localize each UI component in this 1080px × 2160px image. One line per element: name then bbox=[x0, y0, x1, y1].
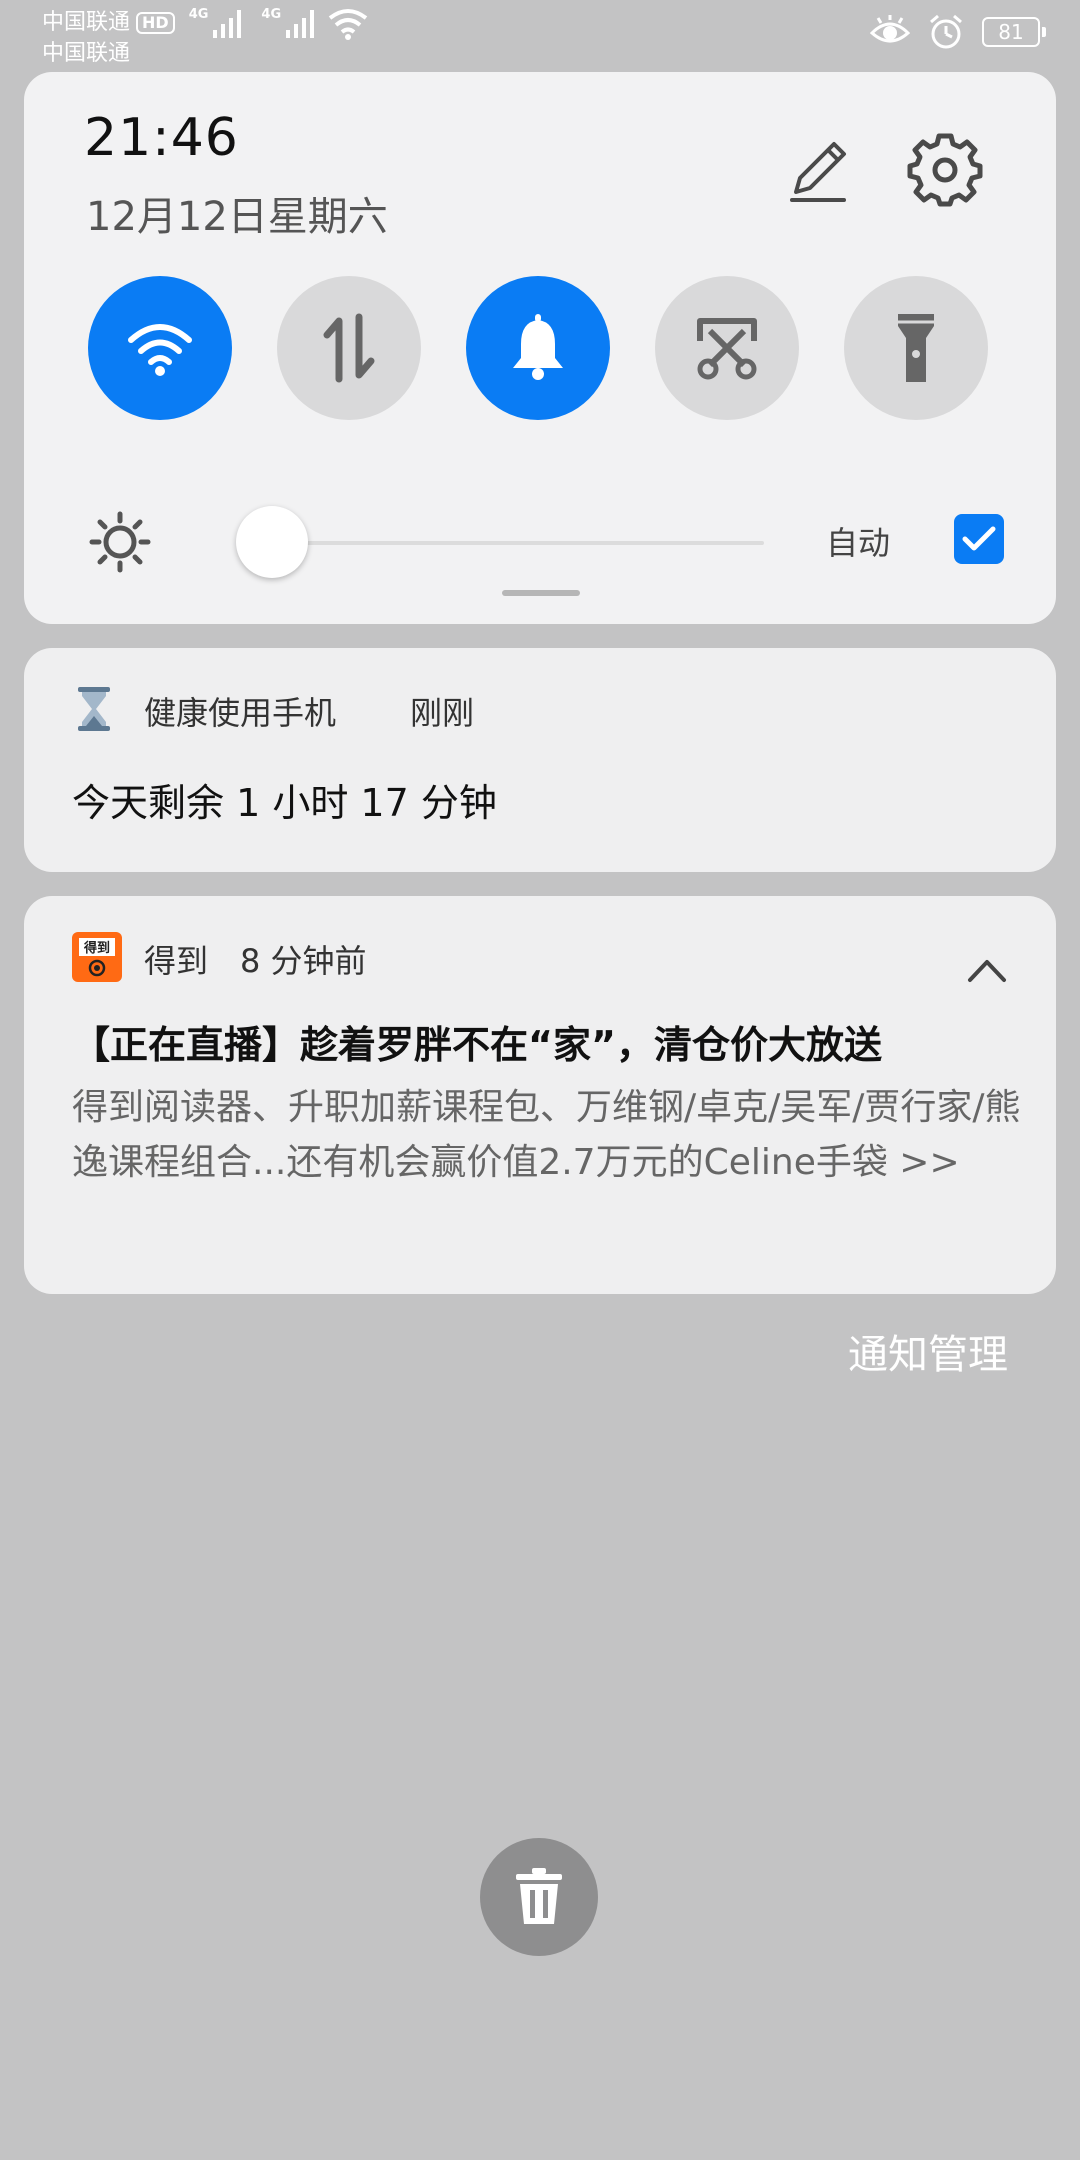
clock-date: 12月12日星期六 bbox=[86, 194, 388, 240]
chevron-up-icon[interactable] bbox=[964, 948, 1010, 994]
net-type-2: 4G bbox=[261, 7, 282, 22]
notification-title: 【正在直播】趁着罗胖不在“家”，清仓价大放送 bbox=[72, 1023, 882, 1067]
hourglass-icon bbox=[78, 687, 110, 731]
net-type-1: 4G bbox=[188, 7, 209, 22]
clock-time: 21:46 bbox=[84, 108, 239, 168]
auto-brightness-label: 自动 bbox=[826, 524, 891, 562]
tile-screenshot[interactable] bbox=[655, 276, 799, 420]
eye-comfort-icon bbox=[870, 15, 910, 43]
notification-time: 8 分钟前 bbox=[240, 942, 367, 980]
screenshot-icon bbox=[697, 318, 757, 380]
alarm-icon bbox=[930, 14, 962, 49]
signal-1: 4G bbox=[189, 8, 248, 38]
panel-drag-handle[interactable] bbox=[502, 590, 580, 596]
dedao-logo-text: 得到 bbox=[83, 940, 110, 956]
data-transfer-icon bbox=[323, 313, 375, 383]
status-icons: 81 bbox=[870, 14, 1046, 50]
tile-wifi[interactable] bbox=[88, 276, 232, 420]
notification-card-health[interactable]: 健康使用手机 刚刚 今天剩余 1 小时 17 分钟 bbox=[24, 648, 1056, 872]
battery-icon: 81 bbox=[982, 17, 1046, 47]
brightness-thumb[interactable] bbox=[236, 506, 308, 578]
notification-app-name: 健康使用手机 bbox=[144, 694, 337, 732]
hd-badge: HD bbox=[136, 12, 175, 34]
notification-time: 刚刚 bbox=[410, 694, 475, 732]
signal-bars-icon bbox=[286, 10, 315, 38]
carrier-info: 中国联通 HD 4G 4G 中国联通 bbox=[42, 6, 370, 68]
signal-bars-icon bbox=[213, 10, 242, 38]
signal-2: 4G bbox=[261, 8, 320, 38]
wifi-status-icon bbox=[328, 9, 368, 40]
brightness-slider[interactable] bbox=[244, 541, 764, 545]
carrier-2: 中国联通 bbox=[42, 41, 131, 66]
bell-icon bbox=[513, 314, 563, 380]
carrier-1: 中国联通 bbox=[42, 10, 131, 35]
dedao-logo-icon: 得到 bbox=[79, 938, 115, 977]
status-bar: 中国联通 HD 4G 4G 中国联通 81 bbox=[0, 0, 1080, 70]
tile-mobile-data[interactable] bbox=[277, 276, 421, 420]
flashlight-icon bbox=[898, 314, 934, 382]
trash-icon bbox=[516, 1868, 562, 1924]
brightness-row: 自动 bbox=[24, 502, 1056, 582]
auto-brightness-checkbox[interactable] bbox=[954, 514, 1004, 564]
notification-card-dedao[interactable]: 得到 得到 8 分钟前 【正在直播】趁着罗胖不在“家”，清仓价大放送 得到阅读器… bbox=[24, 896, 1056, 1294]
edit-icon[interactable] bbox=[780, 134, 856, 210]
notification-body: 得到阅读器、升职加薪课程包、万维钢/卓克/吴军/贾行家/熊逸课程组合...还有机… bbox=[72, 1087, 1021, 1183]
check-icon bbox=[962, 526, 996, 551]
gear-icon[interactable] bbox=[906, 130, 984, 208]
wifi-icon bbox=[128, 324, 192, 376]
notification-manage-link[interactable]: 通知管理 bbox=[848, 1322, 1008, 1380]
quick-settings-panel: 21:46 12月12日星期六 自动 bbox=[24, 72, 1056, 624]
dedao-app-icon: 得到 bbox=[72, 932, 122, 982]
notification-title: 今天剩余 1 小时 17 分钟 bbox=[72, 781, 497, 825]
tile-flashlight[interactable] bbox=[844, 276, 988, 420]
clear-all-button[interactable] bbox=[480, 1838, 598, 1956]
brightness-icon bbox=[89, 511, 151, 573]
tile-sound[interactable] bbox=[466, 276, 610, 420]
notification-app-name: 得到 bbox=[144, 942, 209, 980]
